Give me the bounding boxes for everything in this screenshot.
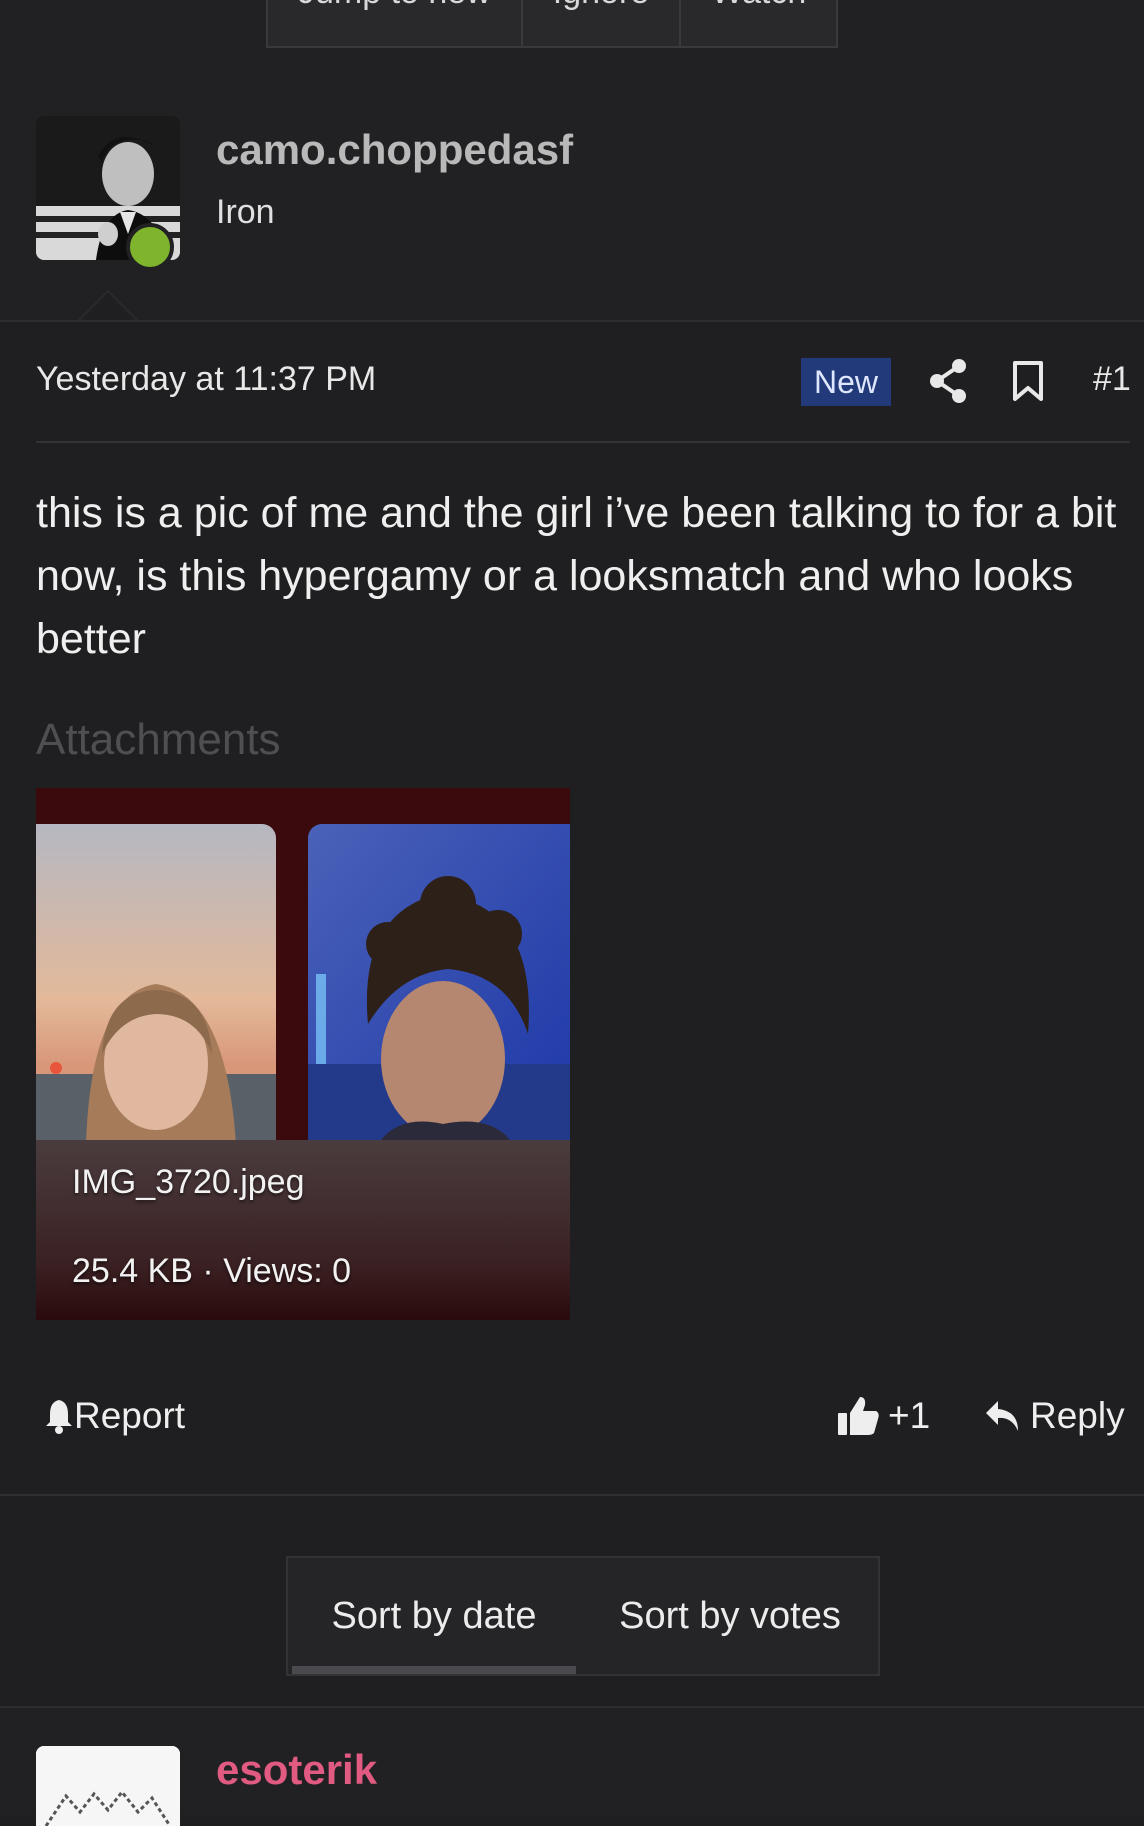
attachments-heading: Attachments xyxy=(36,715,281,764)
divider xyxy=(36,441,1130,443)
report-label: Report xyxy=(74,1395,186,1436)
post-timestamp[interactable]: Yesterday at 11:37 PM xyxy=(36,360,376,399)
reply-label: Reply xyxy=(1030,1395,1125,1436)
attachment-thumbnail[interactable]: IMG_3720.jpeg 25.4 KB · Views: 0 xyxy=(36,788,570,1320)
post-username[interactable]: camo.choppedasf xyxy=(216,126,573,174)
next-post-header: esoterik xyxy=(0,1706,1144,1826)
thumbs-up-icon xyxy=(838,1397,879,1435)
post-separator xyxy=(0,1494,1144,1496)
post-message: this is a pic of me and the girl i’ve be… xyxy=(36,489,1117,663)
like-count: +1 xyxy=(888,1395,931,1436)
online-status-indicator xyxy=(126,223,174,271)
watch-button[interactable]: Watch xyxy=(681,0,836,46)
tab-sort-by-votes[interactable]: Sort by votes xyxy=(580,1558,880,1674)
message-pointer-inner xyxy=(80,292,136,320)
attachment-photo-left xyxy=(36,824,276,1144)
post-author-block: camo.choppedasf Iron xyxy=(0,78,1144,322)
report-button[interactable]: Report xyxy=(44,1395,185,1437)
user-rank-title: Iron xyxy=(216,193,275,231)
attachment-meta: 25.4 KB · Views: 0 xyxy=(72,1252,352,1290)
attachment-photo-right xyxy=(308,824,570,1144)
share-icon[interactable] xyxy=(929,358,969,404)
avatar[interactable] xyxy=(36,1746,180,1826)
bookmark-icon[interactable] xyxy=(1012,360,1044,402)
thread-toolbar: Jump to new Ignore Watch xyxy=(0,0,1144,80)
like-button[interactable]: +1 xyxy=(836,1395,930,1437)
reply-button[interactable]: Reply xyxy=(984,1395,1125,1437)
bell-icon xyxy=(46,1400,72,1434)
reply-arrow-icon xyxy=(986,1401,1018,1431)
post-actions: Report +1 Reply xyxy=(36,1395,1130,1445)
new-badge: New xyxy=(801,358,892,406)
active-tab-indicator xyxy=(292,1666,576,1674)
thread-button-group: Jump to new Ignore Watch xyxy=(266,0,839,48)
ignore-button[interactable]: Ignore xyxy=(523,0,682,46)
attachment-filename[interactable]: IMG_3720.jpeg xyxy=(72,1163,305,1202)
sort-tabs: Sort by date Sort by votes xyxy=(286,1556,880,1676)
post-meta-row: Yesterday at 11:37 PM New #1 xyxy=(36,350,1131,410)
next-post-username[interactable]: esoterik xyxy=(216,1746,377,1794)
tab-sort-by-date[interactable]: Sort by date xyxy=(288,1558,580,1674)
jump-to-new-button[interactable]: Jump to new xyxy=(268,0,523,46)
post-number-link[interactable]: #1 xyxy=(1093,360,1131,399)
